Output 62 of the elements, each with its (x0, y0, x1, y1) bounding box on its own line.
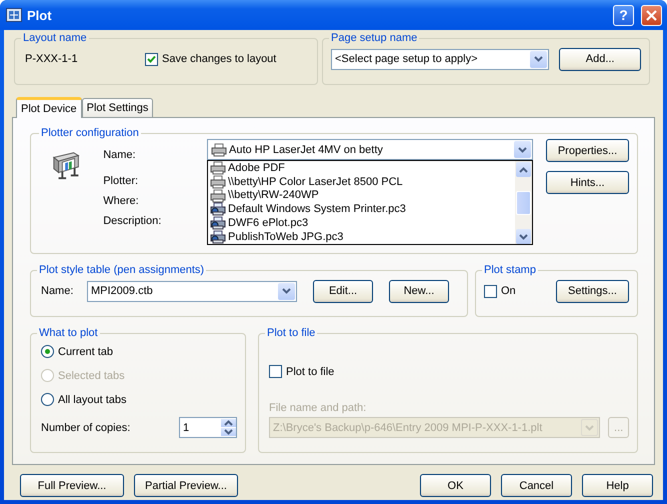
dialog-button[interactable]: OK (420, 474, 491, 497)
printer-icon (210, 202, 226, 216)
plot-style-dropdown[interactable]: MPI2009.ctb (87, 280, 297, 302)
dialog-button[interactable]: Cancel (501, 474, 572, 497)
group-label: What to plot (38, 327, 99, 339)
radio-label: Selected tabs (58, 370, 125, 382)
list-item[interactable]: Adobe PDF (208, 161, 515, 175)
list-item[interactable]: PublishToWeb JPG.pc3 (208, 230, 515, 244)
layout-name: P-XXX-1-1 (25, 53, 79, 65)
field-label: File name and path: (269, 402, 368, 414)
field-label: Where: (103, 195, 140, 209)
group-label: Plot to file (266, 327, 316, 339)
add-button[interactable]: Add... (559, 48, 641, 70)
radio-button[interactable] (41, 345, 54, 358)
window-title: Plot (27, 8, 53, 22)
list-item[interactable]: \\betty\RW-240WP (208, 188, 515, 202)
settings-button[interactable]: Settings... (556, 280, 629, 302)
field-label: Number of copies: (41, 422, 130, 434)
page-setup-dropdown[interactable]: <Select page setup to apply> (331, 48, 550, 70)
printer-icon (210, 188, 226, 202)
close-button[interactable] (641, 4, 662, 26)
printer-icon (210, 216, 226, 230)
checkbox[interactable] (484, 284, 497, 298)
preview-button[interactable]: Full Preview... (20, 474, 124, 497)
plotter-name-dropdown[interactable]: Auto HP LaserJet 4MV on betty (207, 139, 533, 160)
field-label: Description: (103, 215, 162, 229)
preview-button[interactable]: Partial Preview... (134, 474, 238, 497)
checkbox[interactable] (145, 52, 158, 66)
group-label: Page setup name (330, 32, 418, 44)
tab[interactable]: Plot Device (16, 97, 82, 118)
printer-icon (210, 230, 226, 244)
group-label: Plot stamp (483, 264, 537, 276)
list-item[interactable]: DWF6 ePlot.pc3 (208, 216, 515, 230)
close-icon (646, 10, 657, 20)
checkbox-label: Save changes to layout (162, 53, 276, 65)
list-item[interactable]: Default Windows System Printer.pc3 (208, 202, 515, 216)
dialog-button[interactable]: Hints... (546, 171, 629, 194)
list-item[interactable]: \\betty\HP Color LaserJet 8500 PCL (208, 174, 515, 189)
checkbox-label: On (501, 285, 516, 297)
dialog-button[interactable]: Edit... (313, 280, 373, 302)
radio-label: All layout tabs (58, 394, 126, 406)
group-label: Plot style table (pen assignments) (38, 264, 206, 276)
dialog-button[interactable]: Properties... (546, 139, 629, 162)
field-label: Plotter: (103, 175, 140, 189)
dialog-button[interactable]: New... (389, 280, 449, 302)
printer-icon (210, 174, 226, 189)
app-icon (6, 7, 22, 23)
help-button[interactable]: ? (613, 4, 634, 26)
group-label: Layout name (22, 32, 88, 44)
plotter-icon (51, 149, 82, 181)
scroll-thumb[interactable] (516, 190, 531, 214)
printer-icon (211, 142, 227, 156)
field-label: Name: (40, 285, 74, 297)
tab[interactable]: Plot Settings (82, 98, 154, 117)
dialog-button[interactable]: Help (582, 474, 653, 497)
radio-label: Current tab (58, 346, 114, 358)
checkbox-label: Plot to file (286, 366, 334, 378)
radio-button[interactable] (41, 393, 54, 406)
copies-spinner[interactable]: 1 (179, 417, 237, 438)
scrollbar[interactable] (515, 161, 532, 244)
group-label: Plotter configuration (40, 127, 140, 139)
field-label: Name: (103, 149, 137, 163)
